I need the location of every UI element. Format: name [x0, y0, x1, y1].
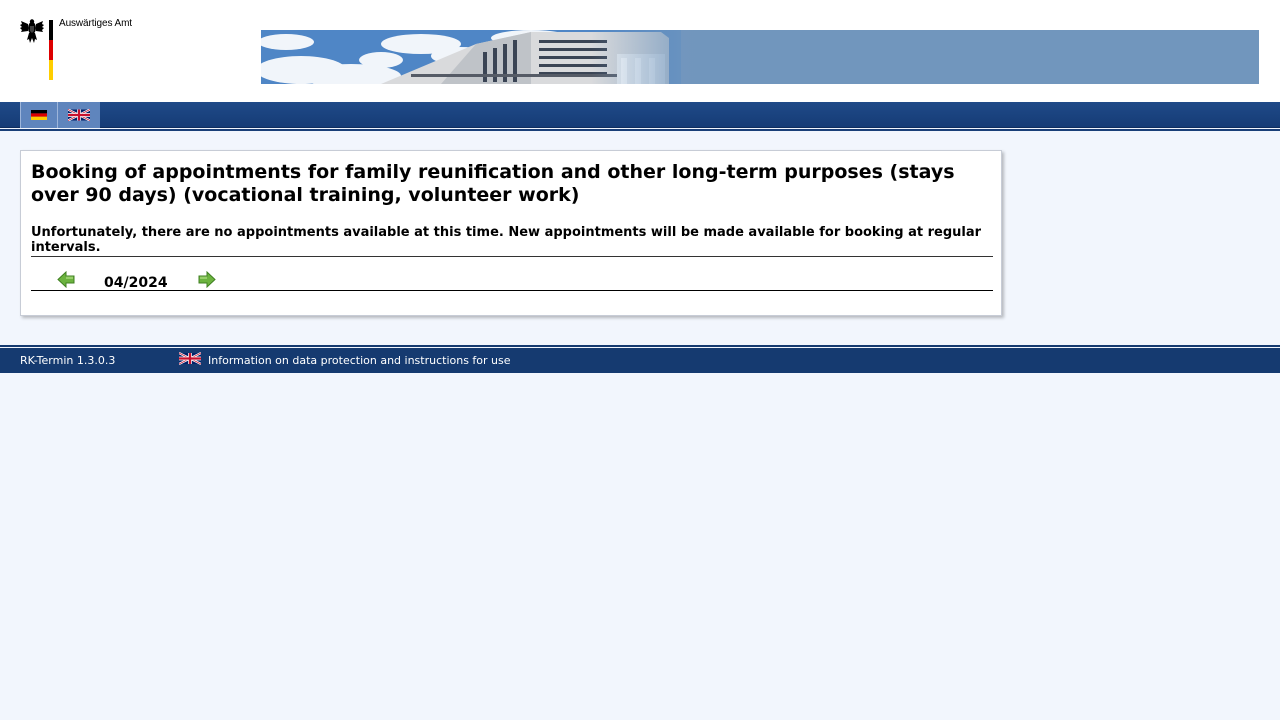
- page-footer: RK-Termin 1.3.0.3 Information on data pr…: [0, 348, 1280, 373]
- language-bar: [0, 102, 1280, 128]
- appointment-panel: Booking of appointments for family reuni…: [20, 150, 1002, 316]
- page-title: Booking of appointments for family reuni…: [31, 161, 955, 206]
- version-label: RK-Termin 1.3.0.3: [20, 354, 116, 367]
- ministry-name: Auswärtiges Amt: [59, 18, 132, 29]
- page-header: Auswärtiges Amt: [0, 0, 1280, 102]
- ministry-logo[interactable]: Auswärtiges Amt: [20, 18, 150, 82]
- arrow-left-icon[interactable]: [57, 271, 75, 288]
- no-appointments-message: Unfortunately, there are no appointments…: [31, 225, 982, 255]
- header-divider: [0, 129, 1280, 131]
- german-color-bar: [49, 20, 53, 80]
- building-banner-image: [261, 30, 1259, 84]
- german-flag-icon: [31, 110, 47, 120]
- data-protection-link[interactable]: Information on data protection and instr…: [208, 354, 511, 367]
- footer-divider: [0, 345, 1280, 347]
- federal-eagle-icon: [20, 19, 44, 43]
- current-month: 04/2024: [104, 275, 168, 291]
- arrow-right-icon[interactable]: [198, 271, 216, 288]
- language-tab-german[interactable]: [20, 102, 57, 128]
- divider: [31, 290, 993, 291]
- uk-flag-icon[interactable]: [179, 352, 201, 365]
- language-tab-english[interactable]: [57, 102, 100, 128]
- divider: [31, 256, 993, 257]
- uk-flag-icon: [68, 109, 90, 121]
